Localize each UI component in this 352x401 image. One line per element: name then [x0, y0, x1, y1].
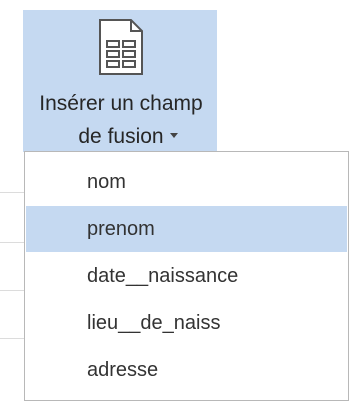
background-divider: [0, 338, 24, 339]
background-divider: [0, 242, 24, 243]
merge-field-document-icon: [99, 19, 143, 75]
merge-field-dropdown-menu: nom prenom date__naissance lieu__de_nais…: [24, 151, 349, 401]
menu-item-prenom[interactable]: prenom: [26, 206, 347, 252]
menu-item-lieu-de-naiss[interactable]: lieu__de_naiss: [26, 300, 347, 346]
menu-item-adresse[interactable]: adresse: [26, 347, 347, 393]
insert-merge-field-label-line2: de fusion: [58, 125, 198, 149]
background-divider: [0, 192, 24, 193]
menu-item-nom[interactable]: nom: [26, 159, 347, 205]
chevron-down-icon[interactable]: [169, 132, 178, 138]
menu-item-date-naissance[interactable]: date__naissance: [26, 253, 347, 299]
background-divider: [0, 290, 24, 291]
insert-merge-field-label: Insérer un champ: [39, 92, 203, 115]
insert-merge-field-label-text: de fusion: [78, 125, 164, 148]
